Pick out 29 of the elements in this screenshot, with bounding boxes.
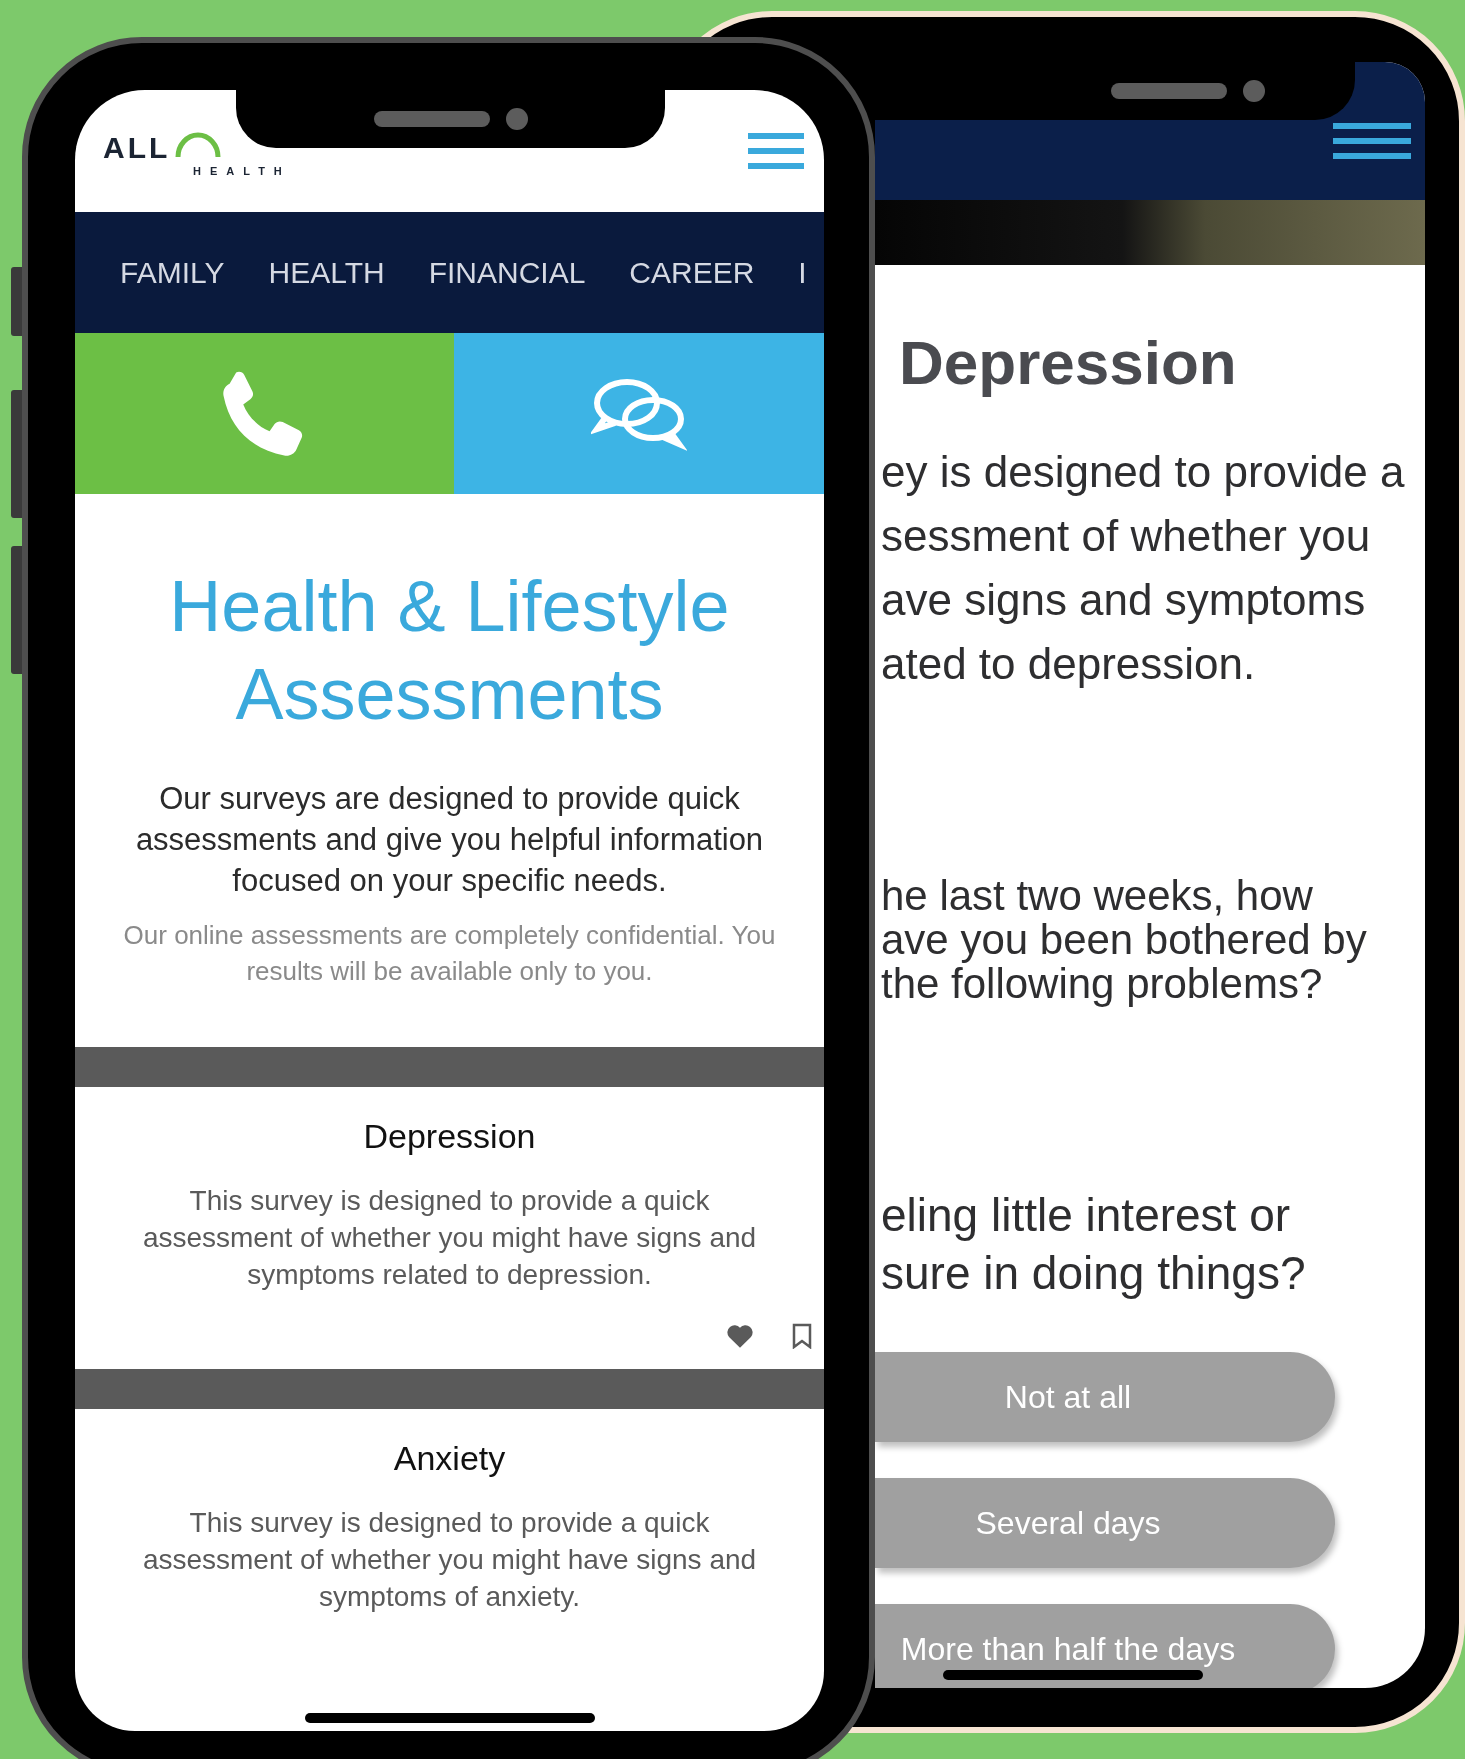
bookmark-icon[interactable] xyxy=(792,1323,812,1349)
heart-icon[interactable] xyxy=(726,1323,754,1349)
survey-description: This survey is designed to provide a quick assessment of whether you might have signs and symptoms of anxiety. xyxy=(141,1506,758,1614)
description-line: ey is designed to provide a xyxy=(881,446,1406,498)
description-line: ated to depression. xyxy=(881,638,1257,690)
nav-link[interactable]: CAREER xyxy=(629,255,755,290)
note-text: results will be available only to you. xyxy=(246,955,653,988)
question-line: the following problems? xyxy=(881,962,1324,1006)
description-line: sessment of whether you xyxy=(881,510,1372,562)
nav-link[interactable]: I xyxy=(798,255,807,290)
question-line: ave you been bothered by xyxy=(881,918,1368,962)
menu-button[interactable] xyxy=(1333,123,1411,159)
menu-button[interactable] xyxy=(748,133,804,169)
survey-title: Depression xyxy=(899,327,1238,398)
intro-text: Our surveys are designed to provide quick assessments and give you helpful information focused on your specific needs. xyxy=(134,780,765,900)
chat-bubbles-icon xyxy=(590,376,687,451)
nav-link[interactable]: HEALTH xyxy=(268,255,385,290)
question-line: sure in doing things? xyxy=(881,1246,1307,1301)
nav-link[interactable]: FINANCIAL xyxy=(428,255,586,290)
question-line: he last two weeks, how xyxy=(881,874,1314,918)
survey-title: Anxiety xyxy=(393,1439,506,1478)
nav-link[interactable]: FAMILY xyxy=(120,255,225,290)
question-line: eling little interest or xyxy=(881,1188,1292,1243)
description-line: ave signs and symptoms xyxy=(881,574,1367,626)
logo: ALL HEALTH xyxy=(103,125,291,177)
survey-description: This survey is designed to provide a quick assessment of whether you might have signs and symptoms related to depression. xyxy=(141,1184,758,1292)
note-text: Our online assessments are completely confidential. You xyxy=(123,919,776,952)
survey-title: Depression xyxy=(363,1117,536,1156)
page-title: Health & Lifestyle Assessments xyxy=(168,565,731,736)
